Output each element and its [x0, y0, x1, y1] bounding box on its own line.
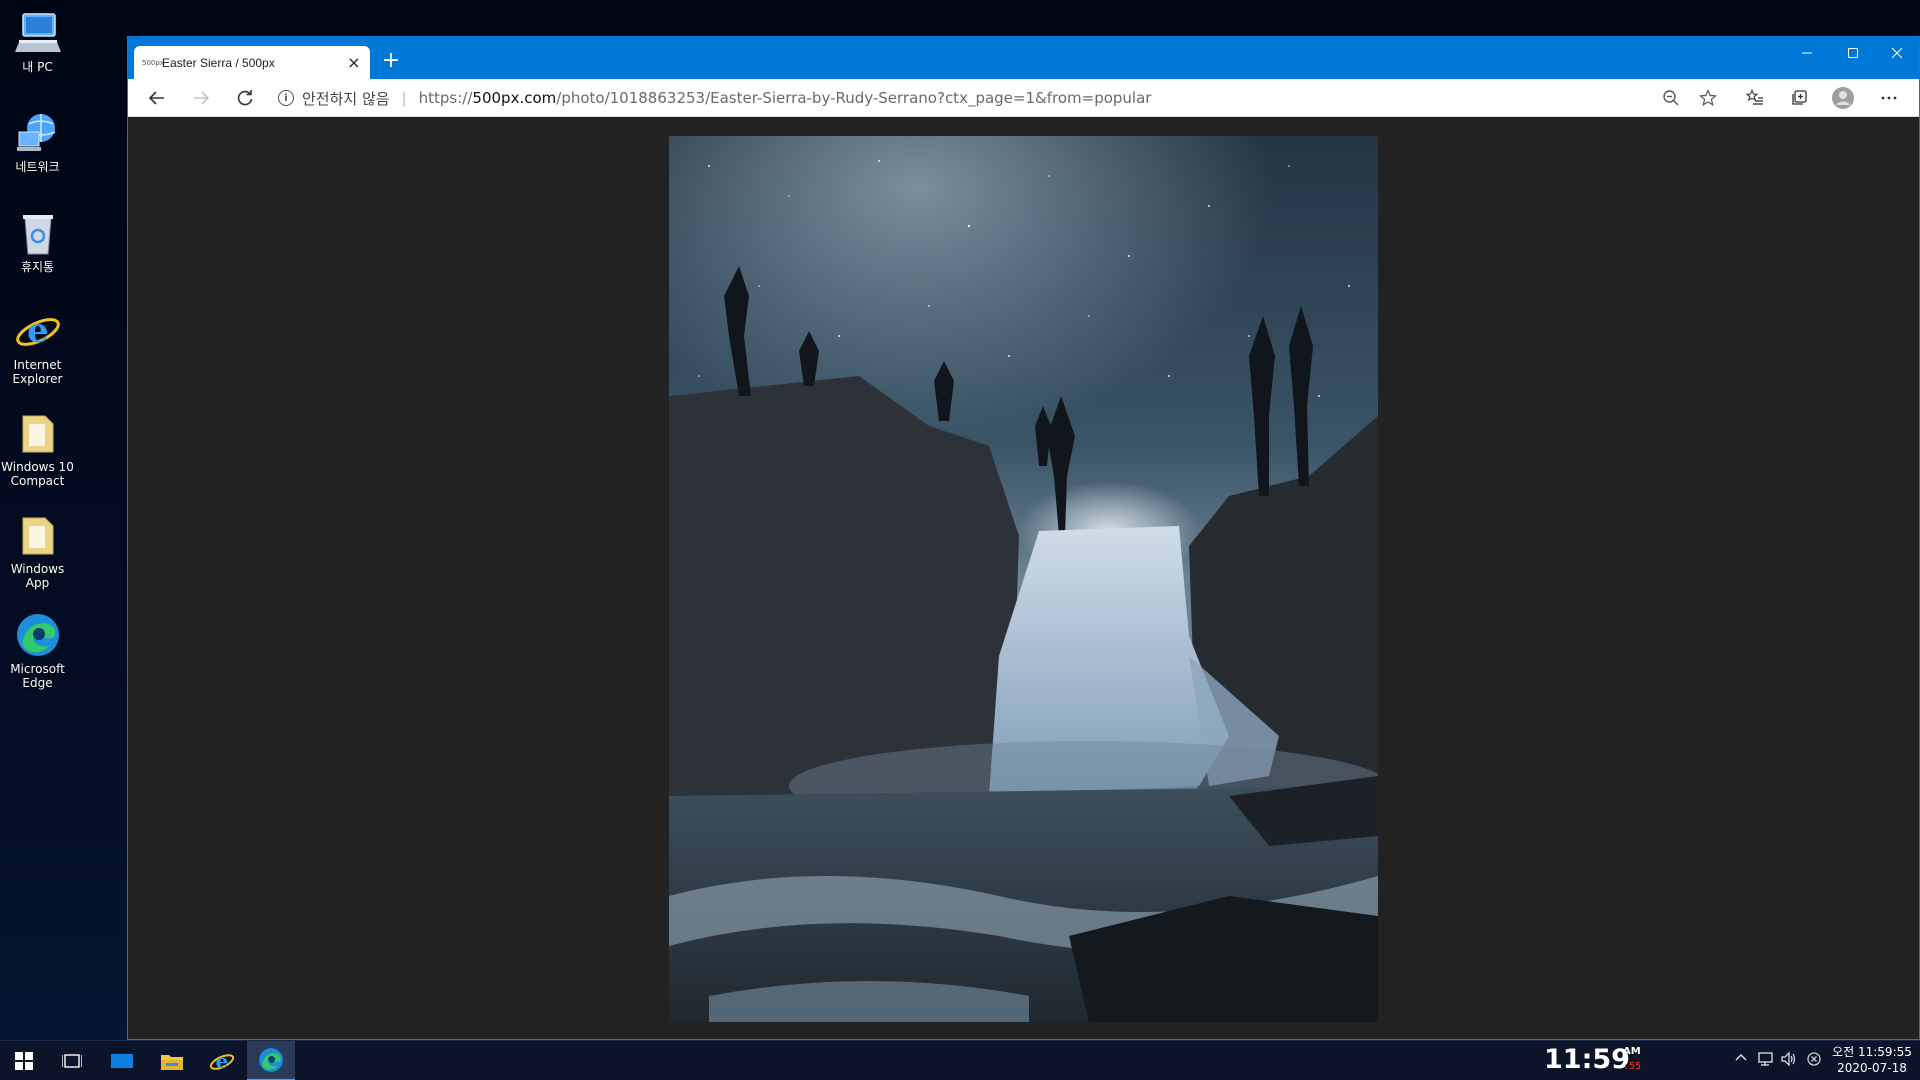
desktop-icon-my-pc[interactable]: 내 PC — [0, 10, 75, 74]
file-explorer-icon — [161, 1055, 183, 1070]
collections-button[interactable] — [1784, 84, 1814, 112]
chevron-up-icon — [1735, 1054, 1747, 1061]
notification-tray-button[interactable] — [1806, 1051, 1822, 1071]
favorites-list-icon — [1746, 89, 1763, 105]
close-tab-icon[interactable]: × — [346, 54, 362, 71]
url-path: /photo/1018863253/Easter-Sierra-by-Rudy-… — [556, 89, 1152, 107]
settings-more-button[interactable] — [1874, 84, 1904, 112]
maximize-icon — [1848, 48, 1858, 58]
folder-icon — [15, 512, 61, 558]
svg-text:e: e — [216, 1049, 229, 1073]
arrow-left-icon — [148, 91, 164, 105]
desktop-clock-seconds: :55 — [1623, 1061, 1642, 1072]
favicon-icon: 500px — [142, 58, 164, 67]
photo-waterfall-night-sky[interactable] — [669, 136, 1378, 1022]
photo-image — [669, 136, 1378, 1022]
desktop-icon-label: 휴지통 — [20, 260, 55, 274]
navigation-toolbar: i 안전하지 않음 | https://500px.com/photo/1018… — [128, 79, 1919, 117]
zoom-button[interactable] — [1656, 84, 1686, 112]
desktop-icon-label: 내 PC — [22, 60, 53, 74]
avatar-icon — [1832, 87, 1854, 109]
desktop-icon-label: Windows 10 Compact — [1, 460, 74, 488]
info-icon[interactable]: i — [278, 90, 294, 106]
show-hidden-icons-button[interactable] — [1734, 1051, 1748, 1069]
close-icon — [1891, 47, 1903, 59]
taskbar-mail[interactable] — [98, 1041, 146, 1080]
address-bar[interactable]: i 안전하지 않음 | https://500px.com/photo/1018… — [278, 83, 1698, 113]
forward-button[interactable] — [186, 84, 216, 112]
windows-logo-icon — [15, 1052, 33, 1070]
desktop-icon-label: Internet Explorer — [12, 358, 63, 386]
title-bar: 500px Easter Sierra / 500px × + — [128, 37, 1919, 79]
task-view-icon — [62, 1054, 82, 1068]
desktop-icon-recycle-bin[interactable]: 휴지통 — [0, 210, 75, 274]
internet-explorer-icon: e — [15, 308, 61, 354]
network-tray-button[interactable] — [1756, 1051, 1774, 1071]
favorites-button[interactable] — [1740, 84, 1770, 112]
close-circle-icon — [1807, 1052, 1821, 1066]
desktop-icon-internet-explorer[interactable]: e Internet Explorer — [0, 308, 75, 386]
taskbar: e 11:59 AM :55 오전 11:59:55 2020-07-18 — [0, 1040, 1920, 1080]
start-button[interactable] — [0, 1041, 48, 1080]
url-host: 500px.com — [472, 89, 557, 107]
folder-icon — [15, 410, 61, 456]
task-view-button[interactable] — [48, 1041, 96, 1080]
profile-button[interactable] — [1828, 84, 1858, 112]
desktop-clock-time: 11:59 — [1544, 1044, 1630, 1075]
star-icon — [1699, 89, 1717, 107]
tab-easter-sierra[interactable]: 500px Easter Sierra / 500px × — [134, 46, 370, 79]
tray-time-text: 오전 11:59:55 — [1832, 1045, 1912, 1059]
back-button[interactable] — [142, 84, 172, 112]
page-content — [128, 118, 1919, 1039]
computer-icon — [14, 10, 61, 56]
minimize-button[interactable] — [1784, 37, 1830, 69]
network-icon — [15, 110, 61, 156]
internet-explorer-icon: e — [209, 1049, 235, 1073]
tray-clock[interactable]: 오전 11:59:55 2020-07-18 — [1830, 1044, 1914, 1076]
network-icon — [1758, 1052, 1773, 1066]
close-window-button[interactable] — [1874, 37, 1920, 69]
speaker-icon — [1781, 1051, 1796, 1067]
browser-window: 500px Easter Sierra / 500px × + i 안전하지 않… — [127, 36, 1920, 1040]
desktop-icon-network[interactable]: 네트워크 — [0, 110, 75, 174]
desktop-icon-label: 네트워크 — [15, 160, 60, 174]
minimize-icon — [1802, 52, 1812, 54]
taskbar-microsoft-edge[interactable] — [247, 1041, 295, 1080]
svg-text:e: e — [27, 311, 49, 351]
favorite-button[interactable] — [1693, 84, 1723, 112]
desktop-icon-label: Windows App — [10, 562, 65, 590]
not-secure-label[interactable]: 안전하지 않음 — [302, 88, 390, 109]
more-icon — [1881, 96, 1897, 100]
taskbar-internet-explorer[interactable]: e — [198, 1041, 246, 1080]
arrow-right-icon — [194, 91, 210, 105]
refresh-icon — [237, 90, 253, 106]
recycle-bin-icon — [15, 210, 61, 256]
desktop-clock-ampm: AM — [1623, 1046, 1641, 1057]
mail-icon — [111, 1054, 133, 1068]
tray-date-text: 2020-07-18 — [1837, 1061, 1907, 1075]
zoom-out-icon — [1663, 90, 1679, 106]
tab-title: Easter Sierra / 500px — [162, 55, 275, 70]
address-divider: | — [401, 89, 407, 107]
desktop-icon-microsoft-edge[interactable]: Microsoft Edge — [0, 612, 75, 690]
edge-icon — [15, 612, 61, 658]
maximize-button[interactable] — [1830, 37, 1876, 69]
url-scheme: https:// — [418, 89, 473, 107]
refresh-button[interactable] — [230, 84, 260, 112]
collections-icon — [1792, 90, 1807, 105]
taskbar-file-explorer[interactable] — [148, 1041, 196, 1080]
desktop-icon-label: Microsoft Edge — [10, 662, 65, 690]
desktop-icon-windows-10-compact[interactable]: Windows 10 Compact — [0, 410, 75, 488]
edge-icon — [259, 1048, 283, 1072]
volume-tray-button[interactable] — [1780, 1051, 1798, 1071]
desktop-icon-windows-app[interactable]: Windows App — [0, 512, 75, 590]
new-tab-button[interactable]: + — [377, 48, 405, 76]
